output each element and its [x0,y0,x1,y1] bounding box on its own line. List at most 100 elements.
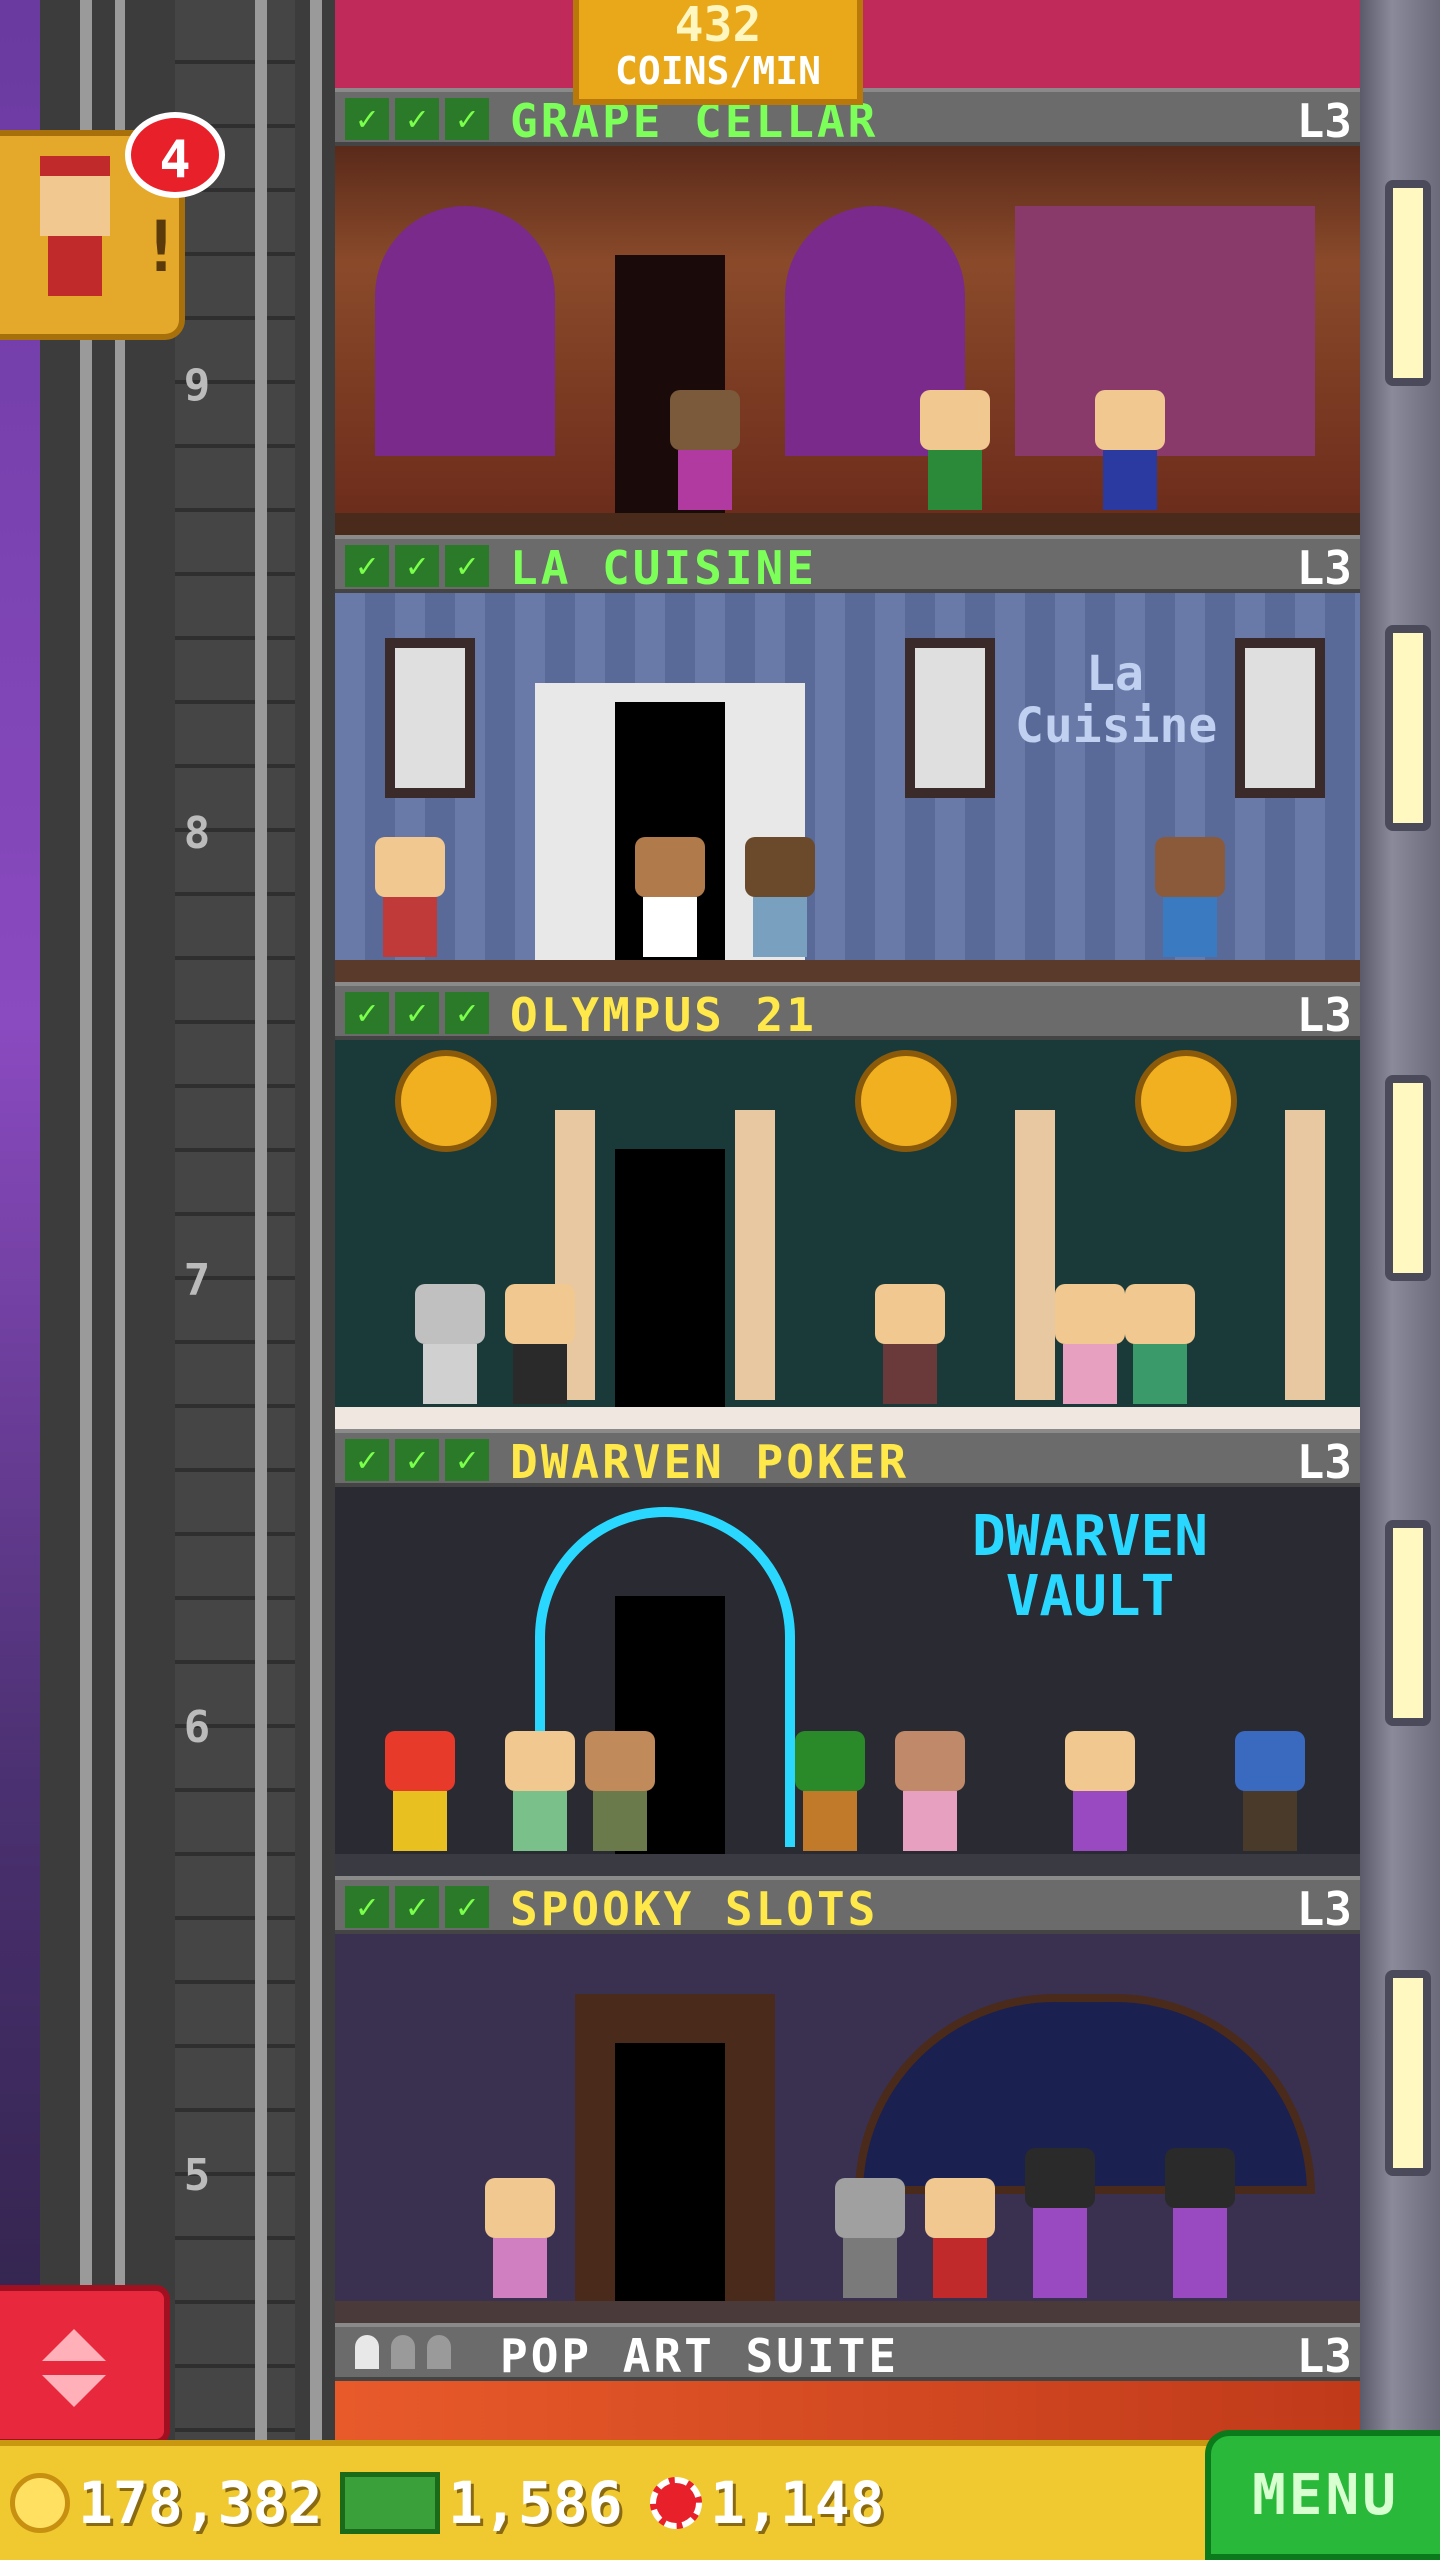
floor-number: 9 [183,360,211,411]
tower-window [1385,1075,1431,1281]
elevator-button[interactable] [0,2285,170,2445]
floor-scene [335,146,1360,535]
check-icon: ✓ [345,1439,389,1481]
floor-pop-art-suite[interactable]: POP ART SUITE L3 [335,2323,1360,2440]
character [375,837,445,957]
chip-icon [650,2477,702,2529]
floor-checks: ✓ ✓ ✓ [345,545,489,587]
notification-badge: 4 [125,112,225,198]
bellhop-character [925,2178,995,2298]
floor-level: L3 [1296,1882,1352,1936]
character [415,1284,485,1404]
person-icon [391,2335,415,2369]
arrow-up-icon [42,2329,106,2361]
chef-character [635,837,705,957]
spade-emblem [395,1050,497,1152]
character [505,1731,575,1851]
floor-scene: DWARVEN VAULT [335,1487,1360,1876]
floor-number: 6 [183,1702,211,1753]
wine-rack [375,206,555,456]
character [670,390,740,510]
shaft-rail [255,0,267,2440]
check-icon: ✓ [345,992,389,1034]
floor-name: LA CUISINE [510,541,817,595]
coin-rate-value: 432 [674,0,762,53]
character [585,1731,655,1851]
floor-ground [335,1407,1360,1429]
character [1155,837,1225,957]
floor-spooky-slots[interactable]: ✓ ✓ ✓ SPOOKY SLOTS L3 [335,1876,1360,2323]
floor-dwarven-poker[interactable]: ✓ ✓ ✓ DWARVEN POKER L3 DWARVEN VAULT [335,1429,1360,1876]
floor-checks: ✓ ✓ ✓ [345,992,489,1034]
check-icon: ✓ [445,545,489,587]
check-icon: ✓ [445,98,489,140]
floor-name: SPOOKY SLOTS [510,1882,879,1936]
floor-name: OLYMPUS 21 [510,988,817,1042]
character [835,2178,905,2298]
dwarf-character [385,1731,455,1851]
column [1015,1110,1055,1400]
floor-scene [335,1040,1360,1429]
person-icon [427,2335,451,2369]
coins-counter: 178,382 [10,2468,322,2538]
floor-header: ✓ ✓ ✓ OLYMPUS 21 L3 [335,982,1360,1040]
bux-value: 1,586 [448,2469,623,2537]
sky-background [0,0,40,2560]
floor-scene [335,2381,1360,2440]
bellhop-body [48,236,102,296]
check-icon: ✓ [345,98,389,140]
slot-machine [1025,2148,1095,2298]
character [485,2178,555,2298]
character [505,1284,575,1404]
floor-grape-cellar[interactable]: ✓ ✓ ✓ GRAPE CELLAR L3 [335,88,1360,535]
shaft-rail [80,0,92,2440]
floor-checks: ✓ ✓ ✓ [345,1886,489,1928]
floor-ground [335,960,1360,982]
arrow-down-icon [42,2375,106,2407]
wall-painting [1235,638,1325,798]
floor-door [615,1149,725,1409]
floor-scene: La Cuisine [335,593,1360,982]
bux-counter: 1,586 [340,2468,623,2538]
check-icon: ✓ [445,1886,489,1928]
person-icon [355,2335,379,2369]
floor-level: L3 [1296,2329,1352,2383]
floor-header: ✓ ✓ ✓ LA CUISINE L3 [335,535,1360,593]
floor-ground [335,513,1360,535]
character [745,837,815,957]
chips-value: 1,148 [710,2469,885,2537]
floor-ground [335,2301,1360,2323]
tower-window [1385,1520,1431,1726]
spade-emblem [855,1050,957,1152]
floor-number: 8 [183,808,211,859]
check-icon: ✓ [345,1886,389,1928]
wall-painting [905,638,995,798]
floor-door [615,2043,725,2303]
dwarf-character [795,1731,865,1851]
column [735,1110,775,1400]
spade-emblem [1135,1050,1237,1152]
bux-icon [340,2472,440,2534]
character [920,390,990,510]
slot-machine [1165,2148,1235,2298]
menu-button[interactable]: MENU [1205,2430,1440,2560]
floor-la-cuisine[interactable]: ✓ ✓ ✓ LA CUISINE L3 La Cuisine [335,535,1360,982]
bellhop-icon [40,156,110,236]
floor-residents [355,2335,451,2369]
floor-olympus-21[interactable]: ✓ ✓ ✓ OLYMPUS 21 L3 [335,982,1360,1429]
floor-checks: ✓ ✓ ✓ [345,1439,489,1481]
shaft-rail [115,0,125,2440]
coin-rate-display: 432 COINS/MIN [573,0,863,105]
floor-checks: ✓ ✓ ✓ [345,98,489,140]
check-icon: ✓ [445,992,489,1034]
column [1285,1110,1325,1400]
chips-counter: 1,148 [650,2468,885,2538]
character [1065,1731,1135,1851]
floor-name: DWARVEN POKER [510,1435,910,1489]
dwarven-vault-sign: DWARVEN VAULT [971,1504,1208,1629]
tower-window [1385,625,1431,831]
floor-level: L3 [1296,94,1352,148]
floor-number: 5 [183,2150,211,2201]
floor-number: 7 [183,1255,211,1306]
dwarf-character [1235,1731,1305,1851]
